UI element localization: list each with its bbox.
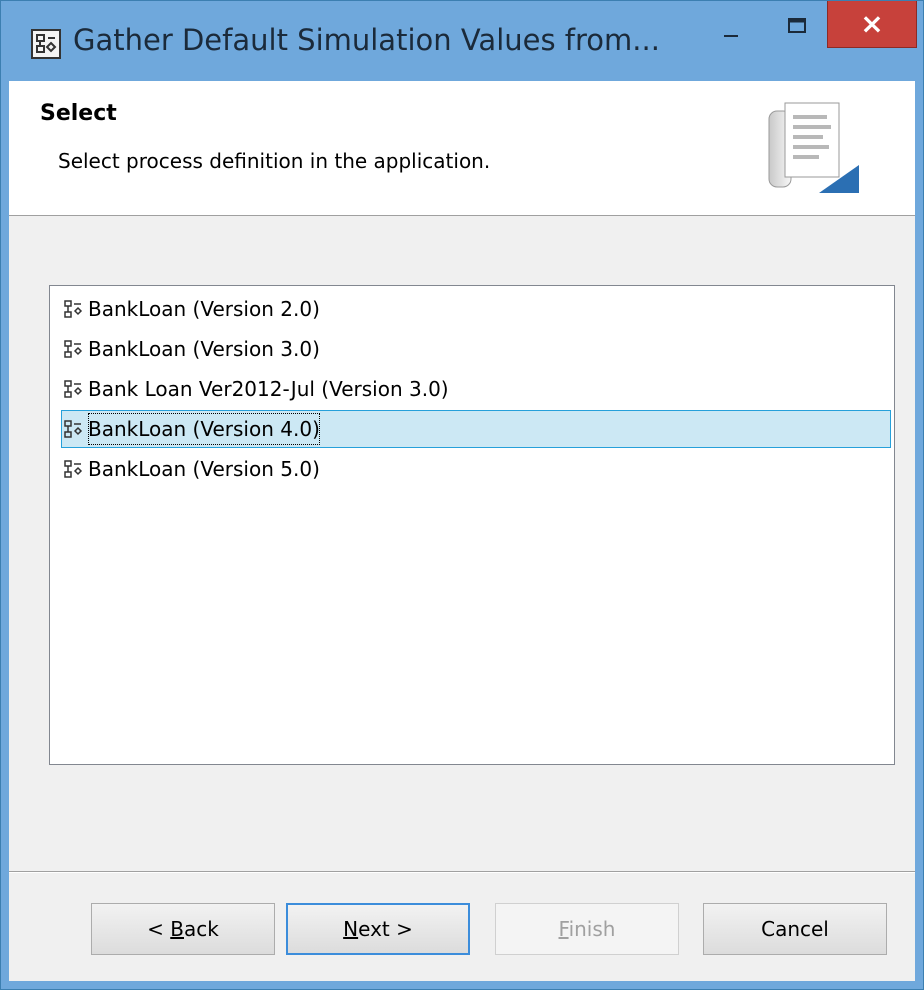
process-definition-icon xyxy=(64,340,83,358)
list-item-label: BankLoan (Version 2.0) xyxy=(88,297,320,321)
page-description: Select process definition in the applica… xyxy=(58,149,491,173)
next-button[interactable]: Next > xyxy=(286,903,470,955)
back-button-label: ack xyxy=(184,917,219,941)
close-button[interactable]: × xyxy=(827,1,917,48)
process-definition-list[interactable]: BankLoan (Version 2.0) BankLoan (Version… xyxy=(49,285,895,765)
process-app-icon xyxy=(31,29,61,59)
process-definition-icon xyxy=(64,420,83,438)
list-item-label: Bank Loan Ver2012-Jul (Version 3.0) xyxy=(88,377,449,401)
finish-button[interactable]: Finish xyxy=(495,903,679,955)
window-title: Gather Default Simulation Values from... xyxy=(73,23,660,57)
list-item[interactable]: BankLoan (Version 5.0) xyxy=(62,450,888,488)
back-button[interactable]: < Back xyxy=(91,903,275,955)
list-item-label: BankLoan (Version 5.0) xyxy=(88,457,320,481)
process-definition-icon xyxy=(64,380,83,398)
back-button-prefix: < xyxy=(147,917,171,941)
next-button-label: ext > xyxy=(358,917,413,941)
list-item[interactable]: Bank Loan Ver2012-Jul (Version 3.0) xyxy=(62,370,888,408)
finish-button-mnemonic: F xyxy=(558,917,569,941)
list-item-label: BankLoan (Version 4.0) xyxy=(86,411,322,447)
list-item[interactable]: BankLoan (Version 3.0) xyxy=(62,330,888,368)
back-button-mnemonic: B xyxy=(170,917,184,941)
wizard-document-graphic xyxy=(768,102,859,193)
wizard-banner: Select Select process definition in the … xyxy=(9,81,915,216)
minimize-button[interactable] xyxy=(706,1,756,51)
list-item[interactable]: BankLoan (Version 2.0) xyxy=(62,290,888,328)
page-title: Select xyxy=(40,101,117,126)
finish-button-label: inish xyxy=(568,917,616,941)
minimize-icon xyxy=(724,35,738,37)
title-bar[interactable]: Gather Default Simulation Values from...… xyxy=(1,1,923,81)
wizard-window: Gather Default Simulation Values from...… xyxy=(0,0,924,990)
maximize-icon xyxy=(788,18,806,33)
button-bar-divider xyxy=(9,871,915,873)
process-definition-icon xyxy=(64,300,83,318)
maximize-button[interactable] xyxy=(771,1,821,51)
next-button-mnemonic: N xyxy=(343,917,359,941)
wizard-client-area: Select Select process definition in the … xyxy=(9,81,915,981)
process-definition-icon xyxy=(64,460,83,478)
list-item-label: BankLoan (Version 3.0) xyxy=(88,337,320,361)
cancel-button[interactable]: Cancel xyxy=(703,903,887,955)
list-item-selected[interactable]: BankLoan (Version 4.0) xyxy=(61,410,891,448)
close-icon: × xyxy=(860,7,884,40)
